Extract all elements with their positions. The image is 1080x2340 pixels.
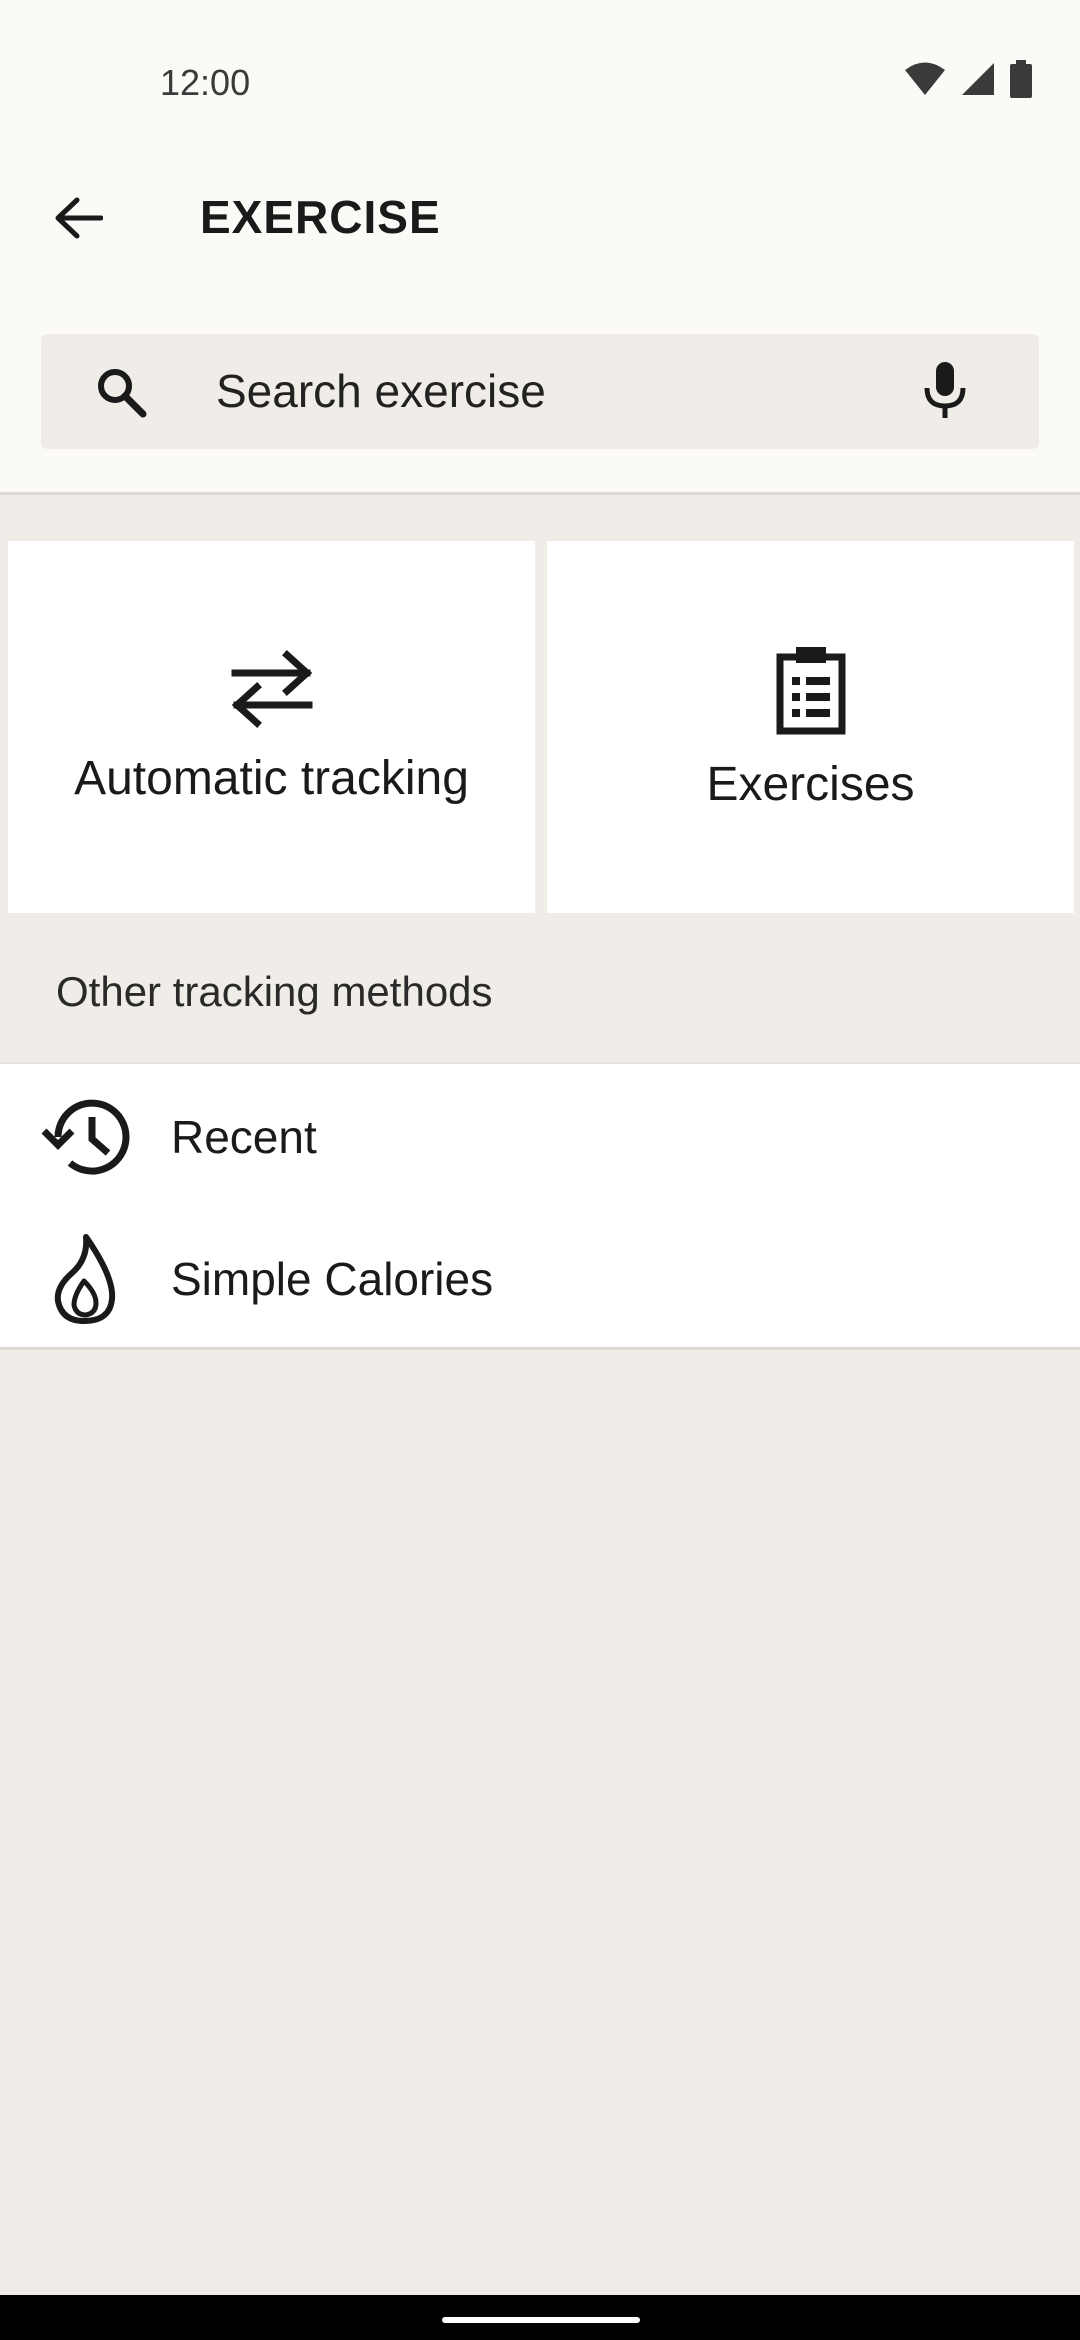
swap-arrows-icon — [231, 649, 312, 728]
status-bar: 12:00 — [0, 0, 1080, 150]
cellular-signal-icon — [962, 63, 994, 95]
section-header: Other tracking methods — [56, 968, 493, 1015]
microphone-icon[interactable] — [917, 360, 973, 422]
search-icon — [98, 369, 147, 418]
app-bar: EXERCISE — [0, 170, 1080, 260]
exercises-tile[interactable]: Exercises — [547, 541, 1074, 913]
tracking-methods-list: Recent Simple Calories — [0, 1062, 1080, 1350]
status-icons — [904, 60, 1032, 98]
system-navigation-bar — [0, 2295, 1080, 2340]
clipboard-list-icon — [776, 646, 845, 734]
automatic-tracking-tile[interactable]: Automatic tracking — [8, 541, 535, 913]
search-input[interactable] — [216, 356, 916, 426]
status-time: 12:00 — [160, 62, 251, 103]
search-bar[interactable] — [41, 334, 1039, 449]
list-item-simple-calories[interactable]: Simple Calories — [0, 1206, 1080, 1346]
tile-label: Exercises — [706, 757, 915, 811]
arrow-left-icon — [55, 197, 103, 239]
home-gesture-handle[interactable] — [442, 2317, 640, 2323]
list-item-label: Recent — [171, 1111, 317, 1163]
page-title: EXERCISE — [200, 191, 441, 243]
list-item-label: Simple Calories — [171, 1253, 494, 1305]
wifi-icon — [905, 62, 945, 95]
battery-icon — [1010, 60, 1032, 98]
back-button[interactable] — [40, 180, 116, 256]
list-item-recent[interactable]: Recent — [0, 1064, 1080, 1204]
top-app-area: 12:00 EXERCISE — [0, 0, 1080, 495]
tile-label: Automatic tracking — [74, 751, 469, 805]
flame-icon — [40, 1234, 130, 1324]
history-icon — [40, 1092, 130, 1182]
